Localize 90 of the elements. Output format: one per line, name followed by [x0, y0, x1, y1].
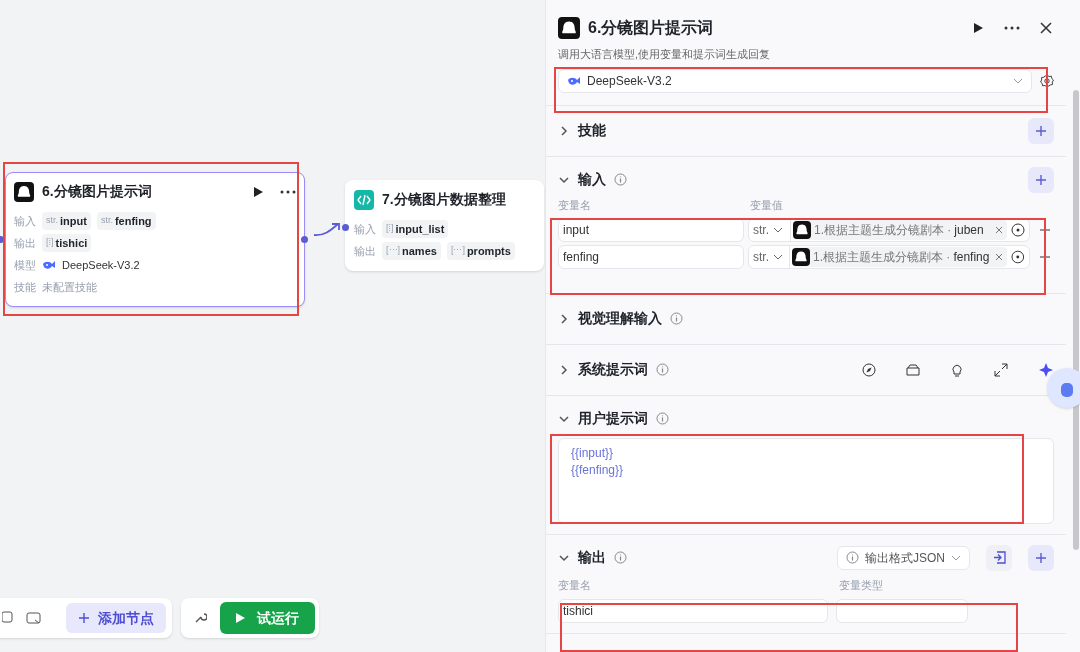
variable-value-field[interactable]: str. 1.根据主题生成分镜剧本 · fenfing [748, 244, 1030, 269]
chevron-right-icon[interactable] [558, 312, 570, 325]
chevron-down-icon [1013, 77, 1023, 84]
prompt-editor[interactable]: {{input}} {{fenfing}} [558, 437, 1054, 524]
whale-icon [42, 259, 56, 271]
info-icon [846, 551, 859, 564]
variable-tag: [⁞] input_list [382, 219, 449, 239]
type-select[interactable]: str. [749, 245, 791, 268]
compass-icon[interactable] [862, 362, 876, 377]
robot-logo-icon [558, 17, 580, 39]
add-button[interactable] [1028, 117, 1054, 144]
plus-icon [78, 612, 90, 624]
skill-note: 未配置技能 [42, 279, 97, 295]
model-name: DeepSeek-V3.2 [62, 257, 140, 273]
chevron-down-icon [773, 226, 783, 233]
reference-tag: 1.根据主题生成分镜剧本 · fenfing [792, 246, 1008, 267]
sparkle-icon[interactable] [1038, 361, 1054, 378]
import-button[interactable] [986, 544, 1012, 571]
chevron-right-icon[interactable] [558, 363, 570, 376]
frame-icon[interactable] [2, 611, 14, 625]
reference-tag: 1.根据主题生成分镜剧本 · juben [793, 219, 1007, 240]
archive-icon[interactable] [906, 362, 920, 377]
close-icon[interactable] [1040, 22, 1052, 34]
node-card[interactable]: 7.分镜图片数据整理 输入 [⁞] input_list 输出 [⋯] names [⋯] prompts [345, 180, 544, 271]
panel-title: 6.分镜图片提示词 [588, 18, 715, 38]
code-icon [354, 189, 374, 210]
row-label: 输入 [14, 213, 36, 229]
variable-tag: str. fenfing [96, 211, 156, 231]
type-select[interactable] [836, 598, 968, 623]
target-icon[interactable] [1011, 222, 1025, 237]
row-label: 输出 [354, 243, 376, 259]
panel-description: 调用大语言模型,使用变量和提示词生成回复 [557, 47, 772, 62]
chevron-down-icon [773, 253, 783, 260]
remove-icon[interactable] [1040, 228, 1050, 231]
variable-value-field[interactable]: str. 1.根据主题生成分镜剧本 · juben [748, 217, 1030, 242]
comment-icon[interactable] [26, 611, 42, 625]
robot-logo-icon [792, 247, 811, 266]
settings-icon[interactable] [1040, 73, 1054, 88]
model-select[interactable]: DeepSeek-V3.2 [558, 68, 1032, 93]
section-title: 系统提示词 [578, 360, 648, 379]
row-label: 输出 [14, 235, 36, 251]
target-icon[interactable] [1011, 249, 1025, 264]
clear-icon[interactable] [995, 252, 1004, 261]
variable-name-field[interactable]: fenfing [558, 244, 744, 269]
node-card[interactable]: 6.分镜图片提示词 输入 str. input str. fenfing 输出 [⁞] tishici 模型 DeepSeek-V3.2 技能 未配置技能 [5, 172, 305, 307]
section-title: 输出 [578, 548, 606, 567]
plus-icon [1035, 124, 1047, 137]
chevron-down-icon [951, 554, 961, 561]
remove-icon[interactable] [1040, 255, 1050, 258]
section-title: 技能 [578, 121, 606, 140]
row-label: 模型 [14, 257, 36, 273]
type-select[interactable]: str. [749, 218, 791, 241]
add-node-button[interactable]: 添加节点 [66, 603, 166, 633]
add-button[interactable] [1028, 166, 1054, 193]
variable-name-field[interactable]: input [558, 217, 744, 242]
row-label: 输入 [354, 221, 376, 237]
section-title: 用户提示词 [578, 409, 648, 428]
clear-icon[interactable] [995, 225, 1003, 234]
node-title: 6.分镜图片提示词 [42, 182, 153, 201]
row-label: 技能 [14, 279, 36, 295]
prompt-line: {{input}} [571, 444, 615, 462]
play-icon [236, 613, 245, 623]
more-icon[interactable] [280, 189, 296, 194]
bulb-icon[interactable] [950, 362, 964, 377]
column-header: 变量类型 [839, 577, 883, 593]
plus-icon [1035, 173, 1047, 186]
format-select[interactable]: 输出格式JSON [837, 545, 970, 570]
section-title: 视觉理解输入 [578, 309, 662, 328]
scrollbar-thumb[interactable] [1073, 90, 1079, 550]
variable-tag: str. input [42, 211, 91, 231]
play-icon[interactable] [252, 185, 264, 198]
column-header: 变量名 [558, 197, 592, 213]
play-icon[interactable] [972, 22, 984, 34]
add-button[interactable] [1028, 544, 1054, 571]
robot-logo-icon [793, 220, 811, 239]
robot-logo-icon [14, 181, 34, 202]
column-header: 变量值 [750, 197, 783, 213]
column-header: 变量名 [558, 577, 592, 593]
prompt-line: {{fenfing}} [571, 461, 625, 479]
node-title: 7.分镜图片数据整理 [382, 190, 507, 209]
plus-icon [1035, 551, 1047, 564]
variable-tag: [⋯] prompts [446, 241, 515, 261]
variable-name-field[interactable]: tishici [558, 598, 828, 623]
variable-tag: [⁞] tishici [42, 233, 92, 253]
variable-tag: [⋯] names [382, 241, 441, 261]
section-title: 输入 [578, 170, 606, 189]
more-icon[interactable] [1004, 26, 1020, 30]
expand-icon[interactable] [994, 362, 1008, 377]
import-icon [992, 551, 1006, 564]
chevron-right-icon[interactable] [558, 124, 570, 137]
